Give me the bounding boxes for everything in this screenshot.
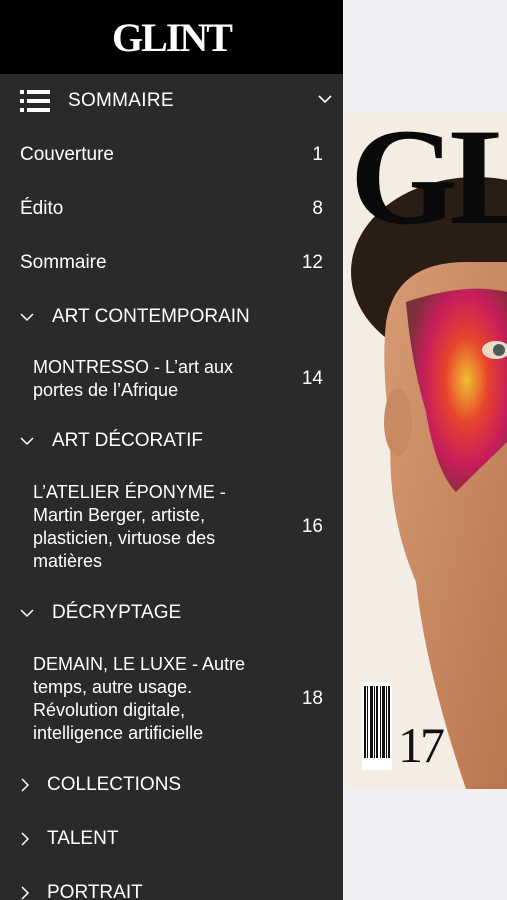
toc-entry-edito[interactable]: Édito 8 — [0, 182, 343, 236]
toc-entry-page: 12 — [301, 252, 323, 273]
section-talent[interactable]: TALENT — [0, 812, 343, 866]
chevron-down-icon — [20, 313, 34, 322]
section-label: ART DÉCORATIF — [52, 430, 203, 451]
article-page: 14 — [301, 368, 323, 389]
article-label: MONTRESSO - L’art aux portes de l’Afriqu… — [33, 357, 234, 400]
cover-brand-title: GLINT — [350, 112, 507, 253]
drawer-header: GLINT — [0, 0, 343, 74]
app-logo: GLINT — [112, 15, 233, 60]
section-label: DÉCRYPTAGE — [52, 602, 182, 623]
section-art-contemporain[interactable]: ART CONTEMPORAIN — [0, 290, 343, 344]
article-label: L’ATELIER ÉPONYME - Martin Berger, artis… — [33, 482, 226, 571]
magazine-cover[interactable]: GLINT 17 — [346, 112, 507, 789]
section-label: COLLECTIONS — [47, 774, 182, 795]
article-label: DEMAIN, LE LUXE - Autre temps, autre usa… — [33, 654, 246, 743]
cover-issue-number: 17 — [398, 717, 445, 773]
toc-entry-label: Couverture — [20, 144, 114, 165]
toc-entry-couverture[interactable]: Couverture 1 — [0, 128, 343, 182]
toc-entry-page: 1 — [312, 144, 323, 165]
toc-entry-sommaire[interactable]: Sommaire 12 — [0, 236, 343, 290]
toc-entry-label: Sommaire — [20, 252, 107, 273]
section-collections[interactable]: COLLECTIONS — [0, 758, 343, 812]
toc-entry-page: 8 — [312, 198, 323, 219]
toc-drawer: GLINT SOMMAIRE Couverture 1 Édito 8 Somm… — [0, 0, 343, 900]
chevron-right-icon — [21, 778, 30, 792]
section-label: PORTRAIT — [47, 882, 143, 900]
section-label: TALENT — [47, 828, 119, 849]
section-label: ART CONTEMPORAIN — [52, 306, 250, 327]
article-page: 18 — [301, 688, 323, 709]
section-art-decoratif[interactable]: ART DÉCORATIF — [0, 414, 343, 468]
article-atelier-eponyme[interactable]: L’ATELIER ÉPONYME - Martin Berger, artis… — [0, 468, 343, 586]
section-decryptage[interactable]: DÉCRYPTAGE — [0, 586, 343, 640]
toc-entry-label: Édito — [20, 198, 64, 219]
list-icon — [20, 90, 50, 112]
chevron-down-icon — [20, 609, 34, 618]
chevron-right-icon — [21, 832, 30, 846]
section-portrait[interactable]: PORTRAIT — [0, 866, 343, 900]
chevron-right-icon — [21, 886, 30, 900]
chevron-down-icon[interactable] — [317, 91, 333, 107]
article-page: 16 — [301, 516, 323, 537]
toc-header[interactable]: SOMMAIRE — [0, 74, 343, 128]
chevron-down-icon — [20, 437, 34, 446]
article-demain-le-luxe[interactable]: DEMAIN, LE LUXE - Autre temps, autre usa… — [0, 640, 343, 758]
barcode — [362, 682, 392, 770]
toc-title: SOMMAIRE — [68, 90, 174, 111]
article-montresso[interactable]: MONTRESSO - L’art aux portes de l’Afriqu… — [0, 344, 343, 414]
